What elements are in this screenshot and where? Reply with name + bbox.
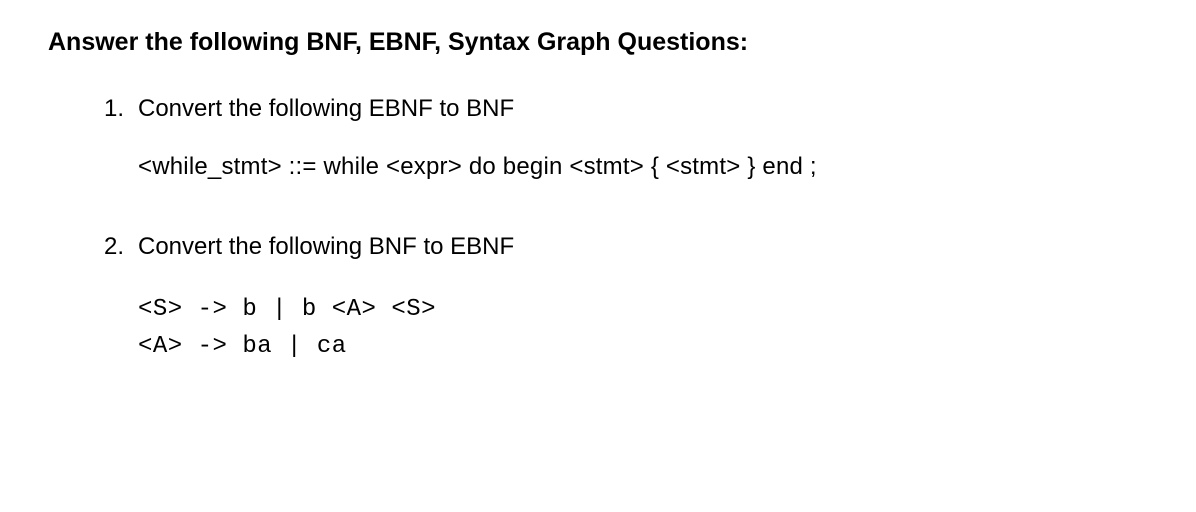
question-1-row: 1. Convert the following EBNF to BNF	[104, 95, 1148, 123]
code-line-1: <S> -> b | b <A> <S>	[138, 291, 1148, 328]
question-1-prompt: Convert the following EBNF to BNF	[138, 95, 514, 123]
question-2-code: <S> -> b | b <A> <S> <A> -> ba | ca	[138, 291, 1148, 365]
code-line-2: <A> -> ba | ca	[138, 328, 1148, 365]
question-2-row: 2. Convert the following BNF to EBNF	[104, 233, 1148, 261]
question-2-prompt: Convert the following BNF to EBNF	[138, 233, 514, 261]
question-1: 1. Convert the following EBNF to BNF <wh…	[104, 95, 1148, 181]
question-2: 2. Convert the following BNF to EBNF <S>…	[104, 233, 1148, 365]
page-heading: Answer the following BNF, EBNF, Syntax G…	[48, 28, 1148, 57]
question-1-number: 1.	[104, 95, 138, 123]
question-2-number: 2.	[104, 233, 138, 261]
question-1-grammar: <while_stmt> ::= while <expr> do begin <…	[138, 153, 1148, 181]
